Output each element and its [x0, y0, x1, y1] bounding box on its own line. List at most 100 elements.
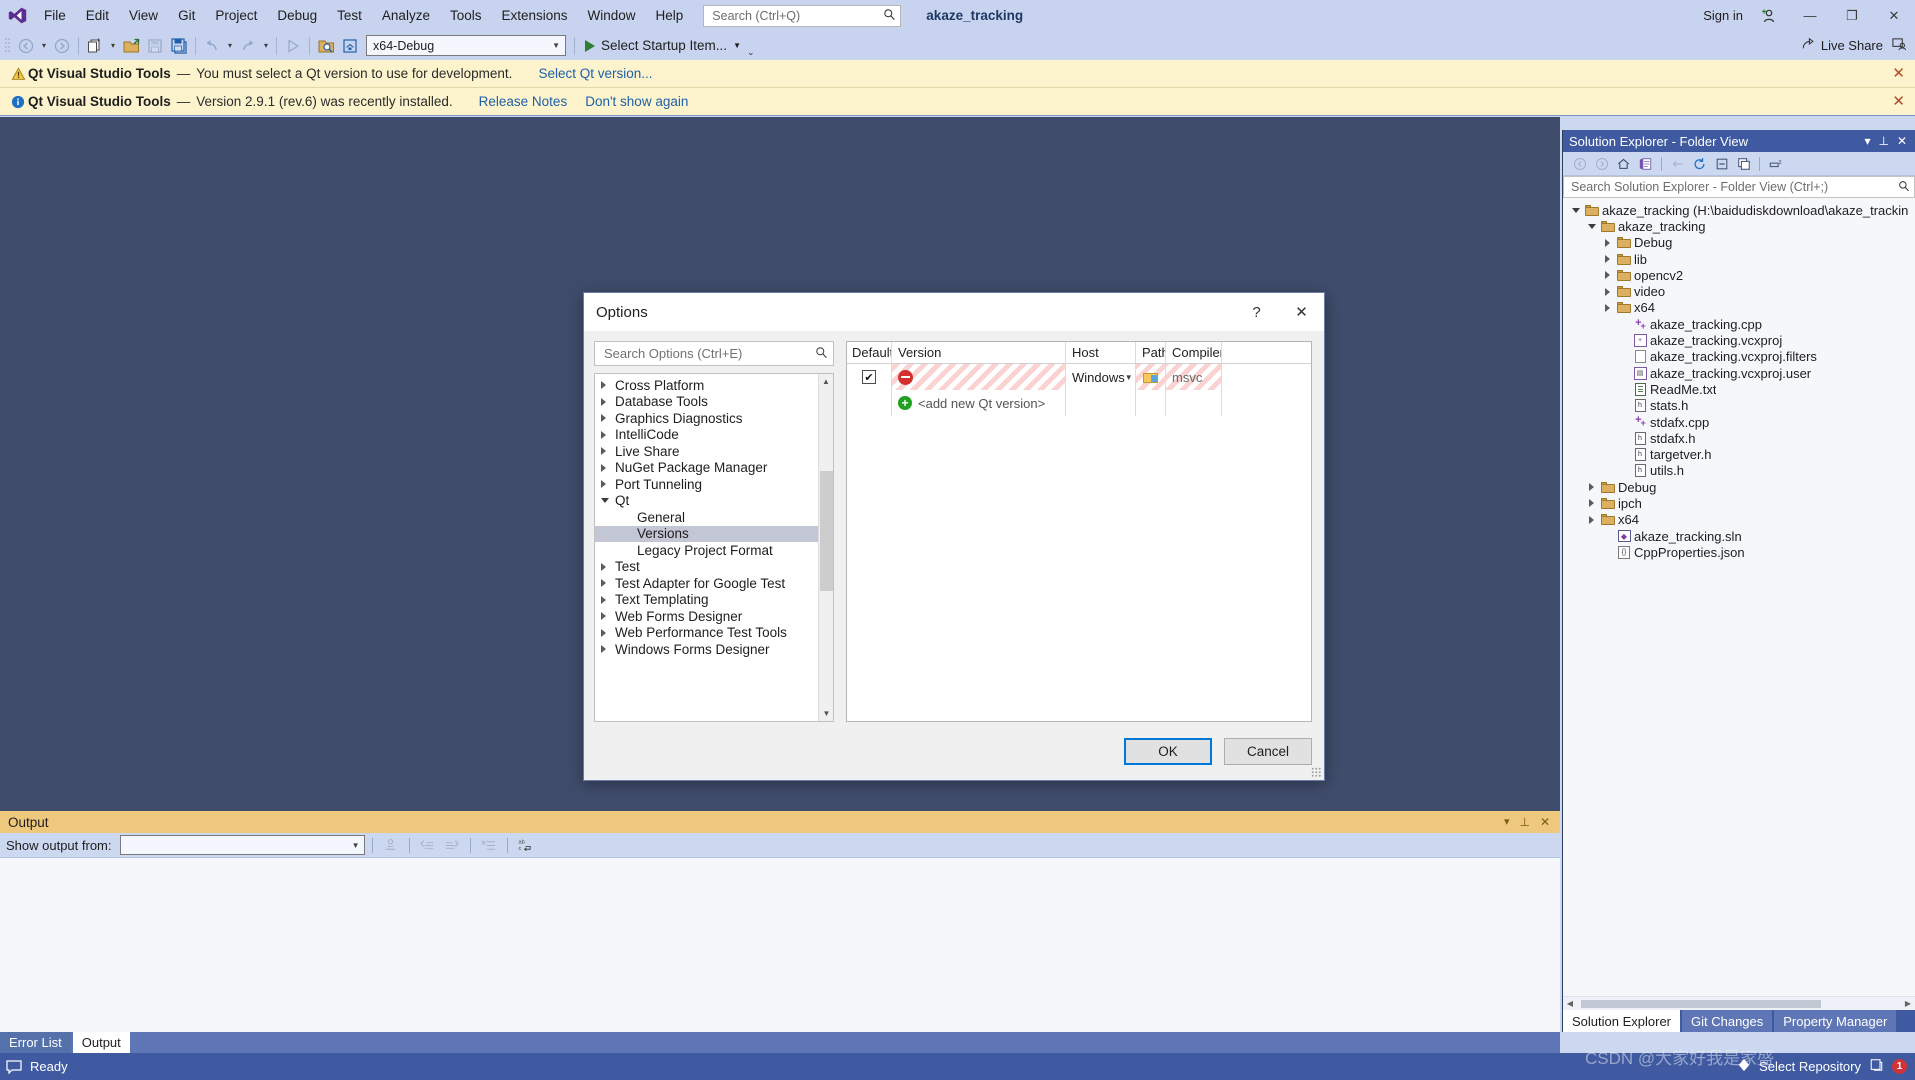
repository-icon[interactable]	[1869, 1058, 1884, 1075]
se-switch-views-icon[interactable]	[1635, 154, 1656, 174]
options-expander-icon[interactable]	[601, 414, 615, 423]
options-category-item[interactable]: Windows Forms Designer	[595, 641, 833, 658]
se-collapse-all-icon[interactable]	[1711, 154, 1732, 174]
tree-item[interactable]: akaze_tracking	[1563, 218, 1915, 234]
tab-output[interactable]: Output	[72, 1032, 130, 1053]
tree-item[interactable]: ◆ akaze_tracking.sln	[1563, 528, 1915, 544]
save-icon[interactable]	[143, 34, 167, 58]
tree-item[interactable]: h targetver.h	[1563, 446, 1915, 462]
tree-expander-icon[interactable]	[1601, 255, 1614, 264]
options-category-item[interactable]: Web Performance Test Tools	[595, 625, 833, 642]
browse-folder-icon[interactable]	[1142, 371, 1159, 384]
redo-dropdown-icon[interactable]: ▾	[260, 34, 272, 58]
tree-item[interactable]: opencv2	[1563, 267, 1915, 283]
save-all-icon[interactable]	[167, 34, 191, 58]
show-output-from-combobox[interactable]: ▼	[119, 835, 365, 855]
sign-in-avatar-icon[interactable]	[1747, 0, 1789, 31]
options-search-box[interactable]	[594, 341, 834, 366]
cell-version-invalid[interactable]	[892, 364, 1066, 390]
dialog-help-icon[interactable]: ?	[1234, 293, 1279, 331]
qt-version-row[interactable]: ✔ Windows ▼ msvc	[847, 364, 1311, 390]
options-category-item[interactable]: Versions	[595, 525, 833, 542]
menu-test[interactable]: Test	[327, 0, 372, 31]
notification-close-icon-2[interactable]: ✕	[1892, 94, 1905, 109]
cell-host[interactable]: Windows ▼	[1066, 364, 1136, 390]
options-expander-icon[interactable]	[601, 447, 615, 456]
options-search-input[interactable]	[602, 345, 815, 362]
menu-project[interactable]: Project	[205, 0, 267, 31]
tree-item[interactable]: akaze_tracking (H:\baidudiskdownload\aka…	[1563, 202, 1915, 218]
options-category-item[interactable]: NuGet Package Manager	[595, 460, 833, 477]
maximize-button[interactable]: ❐	[1831, 0, 1873, 31]
tab-git-changes[interactable]: Git Changes	[1682, 1010, 1773, 1032]
toggle-word-wrap-icon[interactable]: ab c	[515, 835, 537, 856]
dialog-resize-grip[interactable]	[1311, 767, 1321, 777]
options-expander-icon[interactable]	[601, 612, 615, 621]
ok-button[interactable]: OK	[1124, 737, 1212, 765]
tree-expander-icon[interactable]	[1569, 207, 1582, 213]
tree-item[interactable]: video	[1563, 283, 1915, 299]
options-category-item[interactable]: Web Forms Designer	[595, 608, 833, 625]
menu-analyze[interactable]: Analyze	[372, 0, 440, 31]
chevron-down-icon-3[interactable]: ▼	[1125, 373, 1133, 382]
se-collapse-icon[interactable]	[1667, 154, 1688, 174]
tab-property-manager[interactable]: Property Manager	[1774, 1010, 1897, 1032]
options-tree-scrollbar[interactable]: ▲ ▼	[818, 374, 833, 721]
solution-explorer-horizontal-scrollbar[interactable]: ◀ ▶	[1563, 996, 1915, 1010]
options-category-item[interactable]: Text Templating	[595, 592, 833, 609]
options-expander-icon[interactable]	[601, 645, 615, 654]
options-expander-icon[interactable]	[601, 498, 615, 504]
go-to-previous-message-icon[interactable]	[417, 835, 439, 856]
tree-item[interactable]: akaze_tracking.vcxproj.filters	[1563, 349, 1915, 365]
output-text-area[interactable]	[0, 858, 1560, 1032]
tree-expander-icon[interactable]	[1601, 238, 1614, 247]
tree-item[interactable]: h stdafx.h	[1563, 430, 1915, 446]
go-to-next-message-icon[interactable]	[441, 835, 463, 856]
options-expander-icon[interactable]	[601, 480, 615, 489]
se-back-icon[interactable]	[1569, 154, 1590, 174]
tab-error-list[interactable]: Error List	[0, 1032, 71, 1053]
panel-menu-icon[interactable]: ▾	[1864, 135, 1870, 147]
scroll-up-icon[interactable]: ▲	[819, 374, 833, 389]
tree-item[interactable]: ++ akaze_tracking.cpp	[1563, 316, 1915, 332]
tree-item[interactable]: x64	[1563, 300, 1915, 316]
tree-item[interactable]: {} CppProperties.json	[1563, 544, 1915, 560]
release-notes-link[interactable]: Release Notes	[479, 94, 568, 109]
options-category-item[interactable]: Test	[595, 559, 833, 576]
tab-solution-explorer[interactable]: Solution Explorer	[1563, 1010, 1680, 1032]
close-button[interactable]: ✕	[1873, 0, 1915, 31]
options-category-item[interactable]: General	[595, 509, 833, 526]
menu-extensions[interactable]: Extensions	[491, 0, 577, 31]
options-expander-icon[interactable]	[601, 595, 615, 604]
menu-tools[interactable]: Tools	[440, 0, 492, 31]
options-expander-icon[interactable]	[601, 430, 615, 439]
options-category-item[interactable]: Live Share	[595, 443, 833, 460]
menu-edit[interactable]: Edit	[76, 0, 119, 31]
pin-icon[interactable]: ⊥	[1878, 135, 1888, 147]
options-category-item[interactable]: Legacy Project Format	[595, 542, 833, 559]
start-debug-icon[interactable]	[281, 34, 305, 58]
se-properties-icon[interactable]	[1765, 154, 1786, 174]
quick-search-input[interactable]	[710, 7, 884, 24]
dont-show-again-link[interactable]: Don't show again	[585, 94, 688, 109]
options-expander-icon[interactable]	[601, 579, 615, 588]
menu-file[interactable]: File	[34, 0, 76, 31]
startup-dropdown-icon[interactable]: ▼	[733, 41, 741, 50]
tree-item[interactable]: ++ stdafx.cpp	[1563, 414, 1915, 430]
dialog-close-icon[interactable]: ✕	[1279, 293, 1324, 331]
options-category-item[interactable]: Qt	[595, 493, 833, 510]
toolbar-overflow-icon[interactable]: ⌄	[747, 47, 755, 60]
options-category-item[interactable]: Database Tools	[595, 394, 833, 411]
add-new-qt-version-cell[interactable]: + <add new Qt version>	[892, 390, 1066, 416]
navigate-backward-dropdown-icon[interactable]: ▾	[38, 34, 50, 58]
tree-item[interactable]: h utils.h	[1563, 463, 1915, 479]
cell-path[interactable]	[1136, 364, 1166, 390]
options-expander-icon[interactable]	[601, 562, 615, 571]
cell-compiler[interactable]: msvc	[1166, 364, 1222, 390]
solution-explorer-search-input[interactable]	[1569, 179, 1898, 195]
scroll-down-icon[interactable]: ▼	[819, 706, 833, 721]
output-menu-icon[interactable]: ▾	[1504, 815, 1510, 829]
menu-window[interactable]: Window	[578, 0, 646, 31]
options-category-item[interactable]: Cross Platform	[595, 377, 833, 394]
tree-item[interactable]: ▤ akaze_tracking.vcxproj.user	[1563, 365, 1915, 381]
